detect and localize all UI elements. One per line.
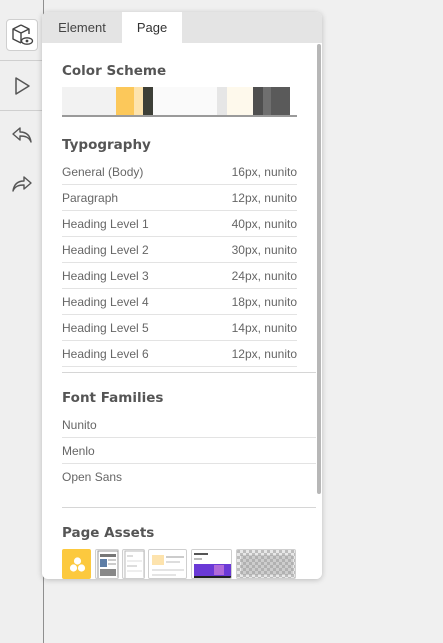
- color-swatch[interactable]: [217, 87, 227, 115]
- undo-icon: [12, 127, 32, 143]
- typography-value: 16px, nunito: [231, 164, 297, 179]
- color-scheme-heading: Color Scheme: [62, 63, 167, 79]
- redo-button[interactable]: [6, 168, 38, 200]
- typography-row: Heading Level 6 12px, nunito: [62, 341, 297, 367]
- typography-row: Heading Level 3 24px, nunito: [62, 263, 297, 289]
- typography-value: 12px, nunito: [231, 346, 297, 361]
- color-swatch[interactable]: [253, 87, 263, 115]
- redo-icon: [12, 176, 32, 192]
- typography-label: General (Body): [62, 164, 144, 179]
- section-divider: [62, 372, 316, 373]
- font-family-label: Nunito: [62, 417, 97, 432]
- logo-asset[interactable]: [62, 549, 91, 579]
- font-family-label: Menlo: [62, 443, 95, 458]
- typography-row: General (Body) 16px, nunito: [62, 159, 297, 185]
- toolbar-separator: [0, 110, 44, 111]
- color-swatch[interactable]: [153, 87, 181, 115]
- typography-value: 14px, nunito: [231, 320, 297, 335]
- web-screenshot-asset[interactable]: [148, 549, 187, 579]
- mobile-screenshot-asset[interactable]: [95, 549, 119, 579]
- scrollbar-thumb[interactable]: [317, 44, 321, 494]
- typography-row: Heading Level 4 18px, nunito: [62, 289, 297, 315]
- purple-banner-asset[interactable]: [191, 549, 232, 579]
- font-family-row: Menlo: [62, 438, 316, 464]
- typography-label: Heading Level 4: [62, 294, 149, 309]
- typography-row: Heading Level 5 14px, nunito: [62, 315, 297, 341]
- color-scheme-swatches: [62, 87, 297, 117]
- undo-button[interactable]: [6, 119, 38, 151]
- typography-value: 18px, nunito: [231, 294, 297, 309]
- typography-label: Heading Level 5: [62, 320, 149, 335]
- play-icon: [15, 77, 30, 95]
- typography-label: Heading Level 6: [62, 346, 149, 361]
- color-swatch[interactable]: [62, 87, 92, 115]
- toolbar-separator: [0, 60, 44, 61]
- inspect-box-eye-icon: [12, 24, 34, 45]
- font-families-heading: Font Families: [62, 390, 164, 406]
- typography-value: 30px, nunito: [231, 242, 297, 257]
- color-swatch[interactable]: [143, 87, 153, 115]
- transparent-image-asset[interactable]: [236, 549, 296, 579]
- left-toolbar: [0, 0, 44, 643]
- typography-label: Heading Level 2: [62, 242, 149, 257]
- font-family-row: Nunito: [62, 412, 316, 438]
- color-swatch[interactable]: [271, 87, 290, 115]
- font-family-label: Open Sans: [62, 470, 123, 484]
- typography-heading: Typography: [62, 137, 151, 153]
- tab-element[interactable]: Element: [42, 12, 122, 43]
- color-swatch[interactable]: [116, 87, 134, 115]
- typography-value: 40px, nunito: [231, 216, 297, 231]
- play-button[interactable]: [6, 70, 38, 102]
- inspector-panel: Element Page Color Scheme Typography Fon…: [42, 12, 322, 579]
- typography-value: 24px, nunito: [231, 268, 297, 283]
- typography-row: Heading Level 1 40px, nunito: [62, 211, 297, 237]
- color-swatch[interactable]: [227, 87, 253, 115]
- tablet-screenshot-asset[interactable]: [122, 549, 145, 579]
- section-divider: [62, 507, 316, 508]
- typography-label: Paragraph: [62, 190, 119, 205]
- color-swatch[interactable]: [263, 87, 271, 115]
- typography-label: Heading Level 1: [62, 216, 149, 231]
- tab-page[interactable]: Page: [122, 12, 182, 43]
- color-swatch[interactable]: [92, 87, 116, 115]
- typography-value: 12px, nunito: [231, 190, 297, 205]
- color-swatch[interactable]: [181, 87, 217, 115]
- typography-row: Paragraph 12px, nunito: [62, 185, 297, 211]
- page-assets-heading: Page Assets: [62, 525, 155, 541]
- typography-label: Heading Level 3: [62, 268, 149, 283]
- tab-bar: Element Page: [42, 12, 322, 43]
- inspect-button[interactable]: [6, 19, 38, 51]
- font-family-row: Open Sans: [62, 464, 316, 490]
- color-swatch[interactable]: [134, 87, 143, 115]
- typography-row: Heading Level 2 30px, nunito: [62, 237, 297, 263]
